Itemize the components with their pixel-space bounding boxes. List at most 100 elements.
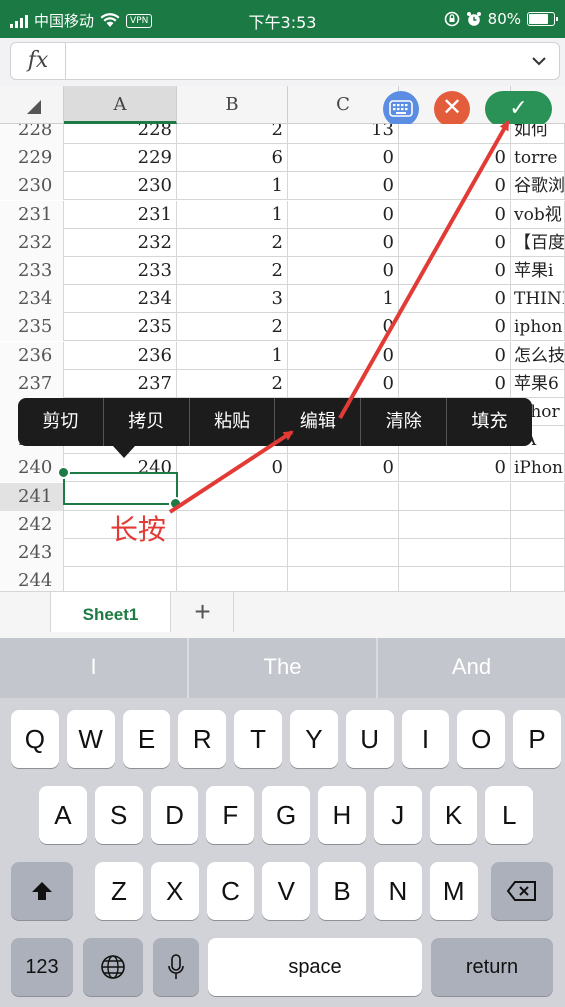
cell-e[interactable]: iPhon <box>511 454 565 483</box>
cell-e[interactable]: 谷歌浏 <box>511 172 565 201</box>
row-header[interactable]: 228 <box>0 124 64 144</box>
column-header-a[interactable]: A <box>64 86 177 124</box>
cell-e[interactable]: 苹果i <box>511 257 565 285</box>
sheet-tab-sheet1[interactable]: Sheet1 <box>50 592 171 632</box>
table-row[interactable]: 242 <box>0 510 565 539</box>
row-header[interactable]: 243 <box>0 539 64 567</box>
chevron-down-icon[interactable] <box>529 51 549 71</box>
table-row[interactable]: 243 <box>0 539 565 567</box>
add-sheet-button[interactable]: + <box>172 592 234 632</box>
key-k[interactable]: K <box>429 786 478 844</box>
cell-b[interactable]: 1 <box>177 172 288 201</box>
globe-key[interactable] <box>83 938 143 996</box>
menu-fill[interactable]: 填充 <box>447 398 532 446</box>
cell-b[interactable]: 2 <box>177 124 288 144</box>
shift-key[interactable] <box>11 862 73 920</box>
cell-e[interactable] <box>511 567 565 591</box>
menu-paste[interactable]: 粘贴 <box>190 398 276 446</box>
cell-a[interactable]: 236 <box>64 341 177 370</box>
key-a[interactable]: A <box>39 786 87 844</box>
table-row[interactable]: 232 232 2 0 0 【百度 <box>0 228 565 257</box>
cell-a[interactable] <box>64 567 177 591</box>
backspace-key[interactable] <box>491 862 553 920</box>
row-header[interactable]: 234 <box>0 285 64 314</box>
key-g[interactable]: G <box>262 786 310 844</box>
cell-c[interactable]: 0 <box>288 341 399 370</box>
cell-d[interactable]: 0 <box>399 172 511 201</box>
selected-cell-a241[interactable] <box>63 472 178 505</box>
cell-a[interactable]: 229 <box>64 144 177 173</box>
key-o[interactable]: O <box>457 710 506 768</box>
cell-d[interactable]: 0 <box>399 313 511 342</box>
cell-c[interactable]: 0 <box>288 200 399 229</box>
suggestion-3[interactable]: And <box>378 638 565 698</box>
row-header[interactable]: 231 <box>0 200 64 229</box>
cell-c[interactable]: 1 <box>288 285 399 314</box>
cell-a[interactable]: 233 <box>64 257 177 285</box>
key-b[interactable]: B <box>318 862 366 920</box>
key-x[interactable]: X <box>150 862 199 920</box>
keyboard-toggle-button[interactable] <box>383 91 419 127</box>
table-row[interactable]: 229 229 6 0 0 torre <box>0 144 565 173</box>
cell-b[interactable]: 6 <box>177 144 288 173</box>
key-q[interactable]: Q <box>11 710 59 768</box>
cell-e[interactable]: 【百度 <box>511 228 565 257</box>
key-e[interactable]: E <box>122 710 171 768</box>
row-header[interactable]: 233 <box>0 257 64 285</box>
cell-c[interactable]: 0 <box>288 454 399 483</box>
cell-e[interactable]: iphon <box>511 313 565 342</box>
cell-d[interactable]: 0 <box>399 200 511 229</box>
key-d[interactable]: D <box>150 786 199 844</box>
cell-b[interactable]: 3 <box>177 285 288 314</box>
cell-d[interactable] <box>399 539 511 567</box>
row-header[interactable]: 241 <box>0 482 64 511</box>
cell-a[interactable]: 237 <box>64 369 177 398</box>
cell-a[interactable]: 235 <box>64 313 177 342</box>
column-header-b[interactable]: B <box>177 86 288 124</box>
key-i[interactable]: I <box>401 710 450 768</box>
cell-d[interactable]: 0 <box>399 144 511 173</box>
cell-c[interactable]: 0 <box>288 369 399 398</box>
key-n[interactable]: N <box>374 862 422 920</box>
key-v[interactable]: V <box>262 862 311 920</box>
cell-a[interactable]: 231 <box>64 200 177 229</box>
cell-a[interactable]: 232 <box>64 228 177 257</box>
cell-e[interactable]: THINK <box>511 285 565 314</box>
row-header[interactable]: 229 <box>0 144 64 173</box>
cell-b[interactable] <box>177 510 288 539</box>
cell-c[interactable]: 0 <box>288 144 399 173</box>
selection-handle-start[interactable] <box>57 466 70 479</box>
menu-cut[interactable]: 剪切 <box>18 398 104 446</box>
cell-e[interactable]: 苹果6 <box>511 369 565 398</box>
cell-b[interactable]: 2 <box>177 313 288 342</box>
cell-c[interactable]: 0 <box>288 257 399 285</box>
cell-a[interactable]: 228 <box>64 124 177 144</box>
suggestion-2[interactable]: The <box>189 638 378 698</box>
key-c[interactable]: C <box>206 862 255 920</box>
cell-b[interactable]: 2 <box>177 257 288 285</box>
menu-copy[interactable]: 拷贝 <box>104 398 190 446</box>
row-header[interactable]: 230 <box>0 172 64 201</box>
key-u[interactable]: U <box>345 710 394 768</box>
cell-c[interactable]: 0 <box>288 313 399 342</box>
cell-c[interactable] <box>288 539 399 567</box>
cell-b[interactable]: 1 <box>177 341 288 370</box>
key-l[interactable]: L <box>485 786 534 844</box>
confirm-edit-button[interactable]: ✓ <box>485 91 552 127</box>
cell-b[interactable]: 2 <box>177 369 288 398</box>
key-t[interactable]: T <box>234 710 282 768</box>
formula-input[interactable]: fx <box>10 42 560 80</box>
cell-d[interactable] <box>399 567 511 591</box>
cell-d[interactable] <box>399 510 511 539</box>
table-row[interactable]: 244 <box>0 567 565 591</box>
cell-c[interactable] <box>288 482 399 511</box>
cell-a[interactable]: 230 <box>64 172 177 201</box>
table-row[interactable]: 235 235 2 0 0 iphon <box>0 313 565 342</box>
cell-d[interactable] <box>399 124 511 144</box>
table-row[interactable]: 230 230 1 0 0 谷歌浏 <box>0 172 565 201</box>
cell-d[interactable]: 0 <box>399 228 511 257</box>
cell-c[interactable]: 0 <box>288 172 399 201</box>
cell-d[interactable]: 0 <box>399 454 511 483</box>
cell-e[interactable]: 怎么技 <box>511 341 565 370</box>
cell-e[interactable] <box>511 482 565 511</box>
